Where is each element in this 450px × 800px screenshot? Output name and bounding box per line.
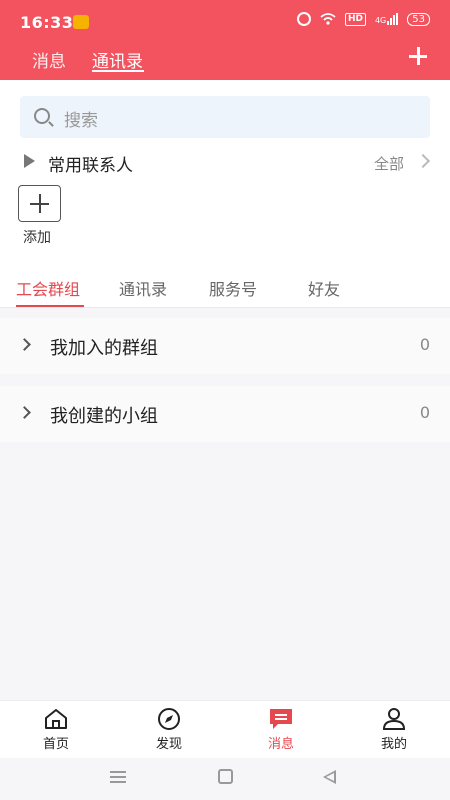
group-count: 0 bbox=[419, 335, 430, 354]
hd-badge: HD bbox=[344, 12, 366, 26]
chevron-right-icon bbox=[18, 406, 31, 419]
nav-discover[interactable]: 发现 bbox=[139, 701, 199, 759]
group-row-joined[interactable]: 我加入的群组 0 bbox=[0, 318, 450, 374]
system-navigation-bar bbox=[0, 758, 450, 800]
back-triangle-icon[interactable] bbox=[323, 770, 336, 784]
tab-service-accounts[interactable]: 服务号 bbox=[209, 276, 257, 300]
signal-icon: 4G bbox=[374, 13, 399, 25]
add-contact-button[interactable] bbox=[18, 185, 61, 222]
home-icon bbox=[45, 709, 67, 729]
search-bar[interactable]: 搜索 bbox=[20, 96, 430, 138]
battery-icon: 53 bbox=[407, 12, 430, 26]
group-row-created[interactable]: 我创建的小组 0 bbox=[0, 386, 450, 442]
status-time: 16:33 bbox=[20, 13, 74, 32]
group-label: 我加入的群组 bbox=[50, 338, 158, 359]
favorite-contacts-row[interactable]: 常用联系人 全部 bbox=[0, 146, 450, 178]
expand-triangle-icon bbox=[24, 154, 35, 168]
nav-profile[interactable]: 我的 bbox=[364, 701, 424, 759]
bottom-navigation: 首页 发现 消息 我的 bbox=[0, 700, 450, 758]
favorite-contacts-label: 常用联系人 bbox=[48, 156, 133, 176]
tab-messages[interactable]: 消息 bbox=[32, 47, 66, 72]
nav-discover-label: 发现 bbox=[155, 737, 182, 752]
group-count: 0 bbox=[419, 403, 430, 422]
contacts-top-panel: 搜索 常用联系人 全部 添加 bbox=[0, 80, 450, 260]
active-segment-indicator bbox=[16, 305, 84, 307]
status-icons: HD 4G 53 bbox=[296, 12, 430, 26]
nav-home[interactable]: 首页 bbox=[26, 701, 86, 759]
status-bar: 16:33 HD 4G 53 bbox=[0, 0, 450, 40]
add-icon[interactable] bbox=[408, 46, 428, 66]
group-label: 我创建的小组 bbox=[50, 406, 158, 427]
tab-friends[interactable]: 好友 bbox=[308, 276, 340, 300]
alarm-icon bbox=[296, 12, 311, 26]
nav-messages[interactable]: 消息 bbox=[251, 701, 311, 759]
search-icon bbox=[34, 108, 50, 124]
chevron-right-icon bbox=[415, 153, 431, 169]
menu-icon[interactable] bbox=[110, 771, 126, 783]
nav-home-label: 首页 bbox=[42, 737, 69, 752]
header-tabs: 消息 通讯录 bbox=[0, 40, 450, 80]
active-tab-indicator bbox=[92, 70, 144, 72]
message-icon bbox=[270, 709, 292, 729]
search-placeholder: 搜索 bbox=[64, 111, 98, 131]
home-square-icon[interactable] bbox=[218, 769, 233, 784]
network-type: 4G bbox=[374, 16, 387, 25]
tab-address-book[interactable]: 通讯录 bbox=[119, 276, 167, 300]
tab-union-groups[interactable]: 工会群组 bbox=[16, 276, 80, 300]
compass-icon bbox=[158, 708, 180, 730]
tab-contacts[interactable]: 通讯录 bbox=[92, 47, 143, 72]
add-contact-label: 添加 bbox=[23, 230, 51, 246]
nav-messages-label: 消息 bbox=[267, 737, 294, 752]
contacts-content: 搜索 常用联系人 全部 添加 工会群组 通讯录 服务号 好友 我加入的群组 0 … bbox=[0, 80, 450, 700]
nav-profile-label: 我的 bbox=[380, 737, 407, 752]
app-header: 16:33 HD 4G 53 消息 通讯录 bbox=[0, 0, 450, 80]
wifi-icon bbox=[320, 13, 336, 25]
chevron-right-icon bbox=[18, 338, 31, 351]
app-notification-icon bbox=[73, 15, 89, 29]
view-all-link[interactable]: 全部 bbox=[374, 153, 404, 174]
user-icon bbox=[382, 708, 406, 730]
segment-tabs: 工会群组 通讯录 服务号 好友 bbox=[0, 260, 450, 308]
